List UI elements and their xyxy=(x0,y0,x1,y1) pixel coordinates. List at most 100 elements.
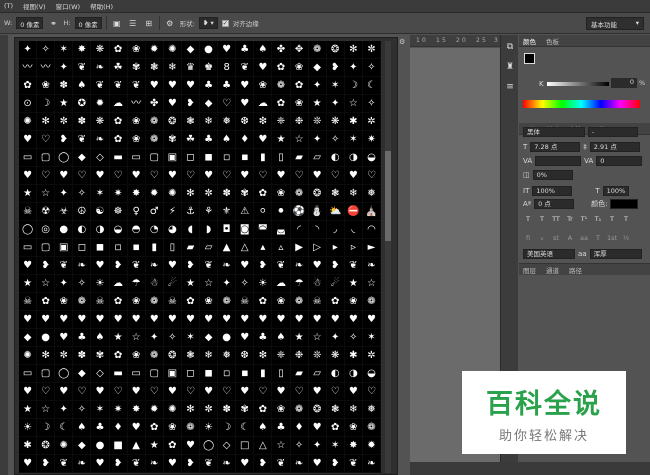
shape-preset[interactable]: ✿ xyxy=(109,293,128,311)
menu-item-window[interactable]: 窗口(W) xyxy=(56,1,81,11)
shape-preset[interactable]: ♥ xyxy=(19,311,38,329)
shape-preset[interactable]: ✿ xyxy=(109,113,128,131)
shape-preset[interactable]: ✻ xyxy=(344,41,363,59)
shape-preset[interactable]: ◆ xyxy=(73,365,92,383)
shape-preset[interactable]: ♥ xyxy=(91,311,110,329)
shape-preset[interactable]: ⛪ xyxy=(362,203,381,221)
shape-preset[interactable]: ◻ xyxy=(73,239,92,257)
shape-preset[interactable]: ♥ xyxy=(127,383,146,401)
brush-icon[interactable]: ♜ xyxy=(502,59,518,75)
shape-preset[interactable]: ♡ xyxy=(37,167,56,185)
shape-preset[interactable]: ◾ xyxy=(236,365,255,383)
shape-preset[interactable]: ❦ xyxy=(55,455,74,473)
shape-preset[interactable]: ❦ xyxy=(344,257,363,275)
shape-preset[interactable]: ♥ xyxy=(272,311,291,329)
shape-preset[interactable]: ◐ xyxy=(73,221,92,239)
k-value-field[interactable]: 0 xyxy=(611,78,637,88)
shape-preset[interactable]: ✶ xyxy=(326,77,345,95)
shape-preset[interactable]: ❀ xyxy=(344,293,363,311)
shape-preset[interactable]: ✦ xyxy=(308,77,327,95)
shape-preset[interactable]: ❁ xyxy=(145,113,164,131)
shape-preset[interactable]: ☄ xyxy=(163,275,182,293)
shape-preset[interactable]: ◑ xyxy=(91,221,110,239)
shape-preset[interactable]: ▣ xyxy=(55,239,74,257)
shape-preset[interactable]: ★ xyxy=(308,95,327,113)
shape-preset[interactable]: ❁ xyxy=(362,419,381,437)
shape-preset[interactable]: ❀ xyxy=(55,293,74,311)
shape-preset[interactable]: ♥ xyxy=(254,311,273,329)
shape-preset[interactable]: ◻ xyxy=(181,149,200,167)
shape-preset[interactable]: ❁ xyxy=(145,347,164,365)
shape-preset[interactable]: ❧ xyxy=(145,455,164,473)
shape-preset[interactable]: ♥ xyxy=(362,311,381,329)
shape-preset[interactable]: ♡ xyxy=(73,383,92,401)
tsume-field[interactable]: 0% xyxy=(532,170,573,180)
shape-preset[interactable]: ☆ xyxy=(272,437,291,455)
shape-preset[interactable]: ▵ xyxy=(272,239,291,257)
shape-preset[interactable]: ▢ xyxy=(37,239,56,257)
shape-preset[interactable]: ♦ xyxy=(290,419,309,437)
shape-preset[interactable]: ▮ xyxy=(145,239,164,257)
shape-preset[interactable]: ✧ xyxy=(290,437,309,455)
faux-bold-button[interactable]: T xyxy=(523,215,533,225)
shape-preset[interactable]: ✻ xyxy=(37,113,56,131)
shape-preset[interactable]: ❈ xyxy=(272,113,291,131)
shape-preset[interactable]: ❦ xyxy=(236,59,255,77)
shape-preset[interactable]: ☾ xyxy=(236,419,255,437)
shape-preset[interactable]: ★ xyxy=(109,329,128,347)
shape-preset[interactable]: ✷ xyxy=(109,401,128,419)
shape-preset[interactable]: ♥ xyxy=(163,311,182,329)
shape-preset[interactable]: ◐ xyxy=(326,365,345,383)
shape-preset[interactable]: ♡ xyxy=(73,167,92,185)
shape-preset[interactable]: ✤ xyxy=(272,41,291,59)
shape-preset[interactable]: ◯ xyxy=(19,221,38,239)
shape-preset[interactable]: ☁ xyxy=(272,275,291,293)
shape-preset[interactable]: ☆ xyxy=(344,95,363,113)
shape-preset[interactable]: ✾ xyxy=(236,401,255,419)
kerning-field[interactable] xyxy=(535,156,582,166)
shape-preset[interactable]: ♥ xyxy=(218,41,237,59)
shape-preset[interactable]: ✿ xyxy=(326,419,345,437)
shape-preset[interactable]: ♡ xyxy=(326,167,345,185)
shape-preset[interactable]: ▭ xyxy=(19,239,38,257)
shape-preset[interactable]: ♠ xyxy=(218,131,237,149)
shape-preset[interactable]: ♥ xyxy=(308,455,327,473)
tab-layers[interactable]: 图层 xyxy=(523,265,536,275)
shape-preset[interactable]: ☁ xyxy=(109,95,128,113)
shape-preset[interactable]: ✼ xyxy=(362,41,381,59)
shape-preset[interactable]: ☁ xyxy=(109,275,128,293)
shape-preset[interactable]: ♣ xyxy=(218,77,237,95)
shape-preset[interactable]: ▭ xyxy=(127,365,146,383)
shape-preset[interactable]: ✿ xyxy=(290,77,309,95)
shape-preset[interactable]: ❦ xyxy=(127,77,146,95)
shape-preset[interactable]: ☆ xyxy=(37,275,56,293)
tab-color[interactable]: 颜色 xyxy=(523,36,536,46)
path-operations-icon[interactable]: ▣ xyxy=(111,17,123,29)
shape-preset[interactable]: ♠ xyxy=(272,329,291,347)
shape-preset[interactable]: ❀ xyxy=(290,59,309,77)
shape-preset[interactable]: ☠ xyxy=(91,293,110,311)
shape-preset[interactable]: ▭ xyxy=(19,365,38,383)
shape-preset[interactable]: ❀ xyxy=(272,185,291,203)
shape-preset[interactable]: ◑ xyxy=(344,149,363,167)
shape-preset[interactable]: ✷ xyxy=(109,185,128,203)
leading-field[interactable]: 2.91 点 xyxy=(589,142,640,152)
shape-preset[interactable]: ♥ xyxy=(236,329,255,347)
shape-preset[interactable]: ❋ xyxy=(91,41,110,59)
shape-preset[interactable]: ⚓ xyxy=(181,203,200,221)
shape-preset[interactable]: ♥ xyxy=(344,383,363,401)
shape-preset[interactable]: ✶ xyxy=(181,329,200,347)
shape-preset[interactable]: ◑ xyxy=(344,365,363,383)
shape-preset[interactable]: ♥ xyxy=(19,257,38,275)
shape-preset[interactable]: ♡ xyxy=(218,383,237,401)
shape-picker[interactable]: ❥ ▾ xyxy=(198,17,218,29)
history-icon[interactable]: ⧉ xyxy=(502,39,518,55)
shape-preset[interactable]: ❂ xyxy=(326,41,345,59)
shape-preset[interactable]: ◙ xyxy=(236,221,255,239)
shape-preset[interactable]: ❃ xyxy=(181,347,200,365)
shape-preset[interactable]: ▢ xyxy=(145,365,164,383)
shape-preset[interactable]: ▰ xyxy=(181,239,200,257)
shape-preset[interactable]: ☠ xyxy=(19,203,38,221)
shape-preset[interactable]: ★ xyxy=(344,275,363,293)
shape-preset[interactable]: ✹ xyxy=(91,95,110,113)
